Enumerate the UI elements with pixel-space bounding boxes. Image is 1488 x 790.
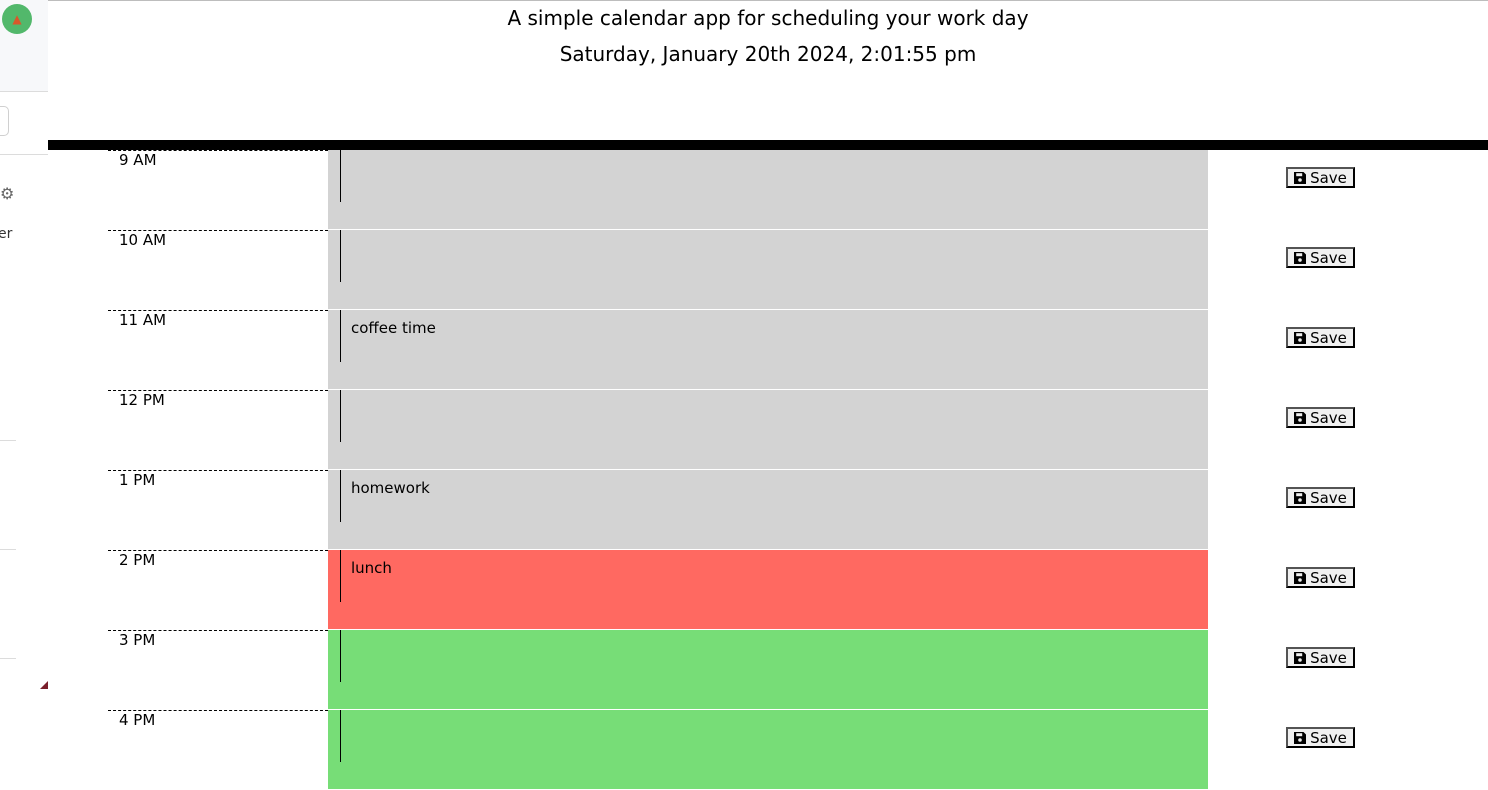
time-block-description: lunch xyxy=(328,550,1208,630)
save-button-label: Save xyxy=(1310,568,1347,587)
save-button-label: Save xyxy=(1310,168,1347,187)
save-button[interactable]: Save xyxy=(1286,727,1355,748)
sidebar-divider xyxy=(0,549,16,550)
time-block-row: 11 AM coffee time Save xyxy=(48,310,1488,390)
description-textarea[interactable] xyxy=(340,230,1206,282)
page-title: A simple calendar app for scheduling you… xyxy=(507,6,1029,30)
sidebar-divider xyxy=(0,154,48,155)
hour-label: 1 PM xyxy=(108,470,328,550)
floppy-disk-icon xyxy=(1294,651,1307,664)
floppy-disk-icon xyxy=(1294,571,1307,584)
time-block-description xyxy=(328,710,1208,790)
time-block-description: homework xyxy=(328,470,1208,550)
time-block-description xyxy=(328,630,1208,710)
save-button[interactable]: Save xyxy=(1286,647,1355,668)
hour-label: 9 AM xyxy=(108,150,328,230)
time-block-row: 10 AM Save xyxy=(48,230,1488,310)
save-button-label: Save xyxy=(1310,488,1347,507)
time-block-row: 12 PM Save xyxy=(48,390,1488,470)
description-textarea[interactable] xyxy=(340,150,1206,202)
floppy-disk-icon xyxy=(1294,411,1307,424)
hour-label: 3 PM xyxy=(108,630,328,710)
save-button-label: Save xyxy=(1310,248,1347,267)
save-button-label: Save xyxy=(1310,648,1347,667)
save-button[interactable]: Save xyxy=(1286,247,1355,268)
gear-icon[interactable]: ⚙ xyxy=(0,185,16,203)
hour-label: 12 PM xyxy=(108,390,328,470)
floppy-disk-icon xyxy=(1294,331,1307,344)
save-button[interactable]: Save xyxy=(1286,167,1355,188)
hour-label: 2 PM xyxy=(108,550,328,630)
calendar-app: A simple calendar app for scheduling you… xyxy=(48,0,1488,790)
description-textarea[interactable]: coffee time xyxy=(340,310,1206,362)
floppy-disk-icon xyxy=(1294,171,1307,184)
hour-label: 10 AM xyxy=(108,230,328,310)
sidebar-divider xyxy=(0,440,16,441)
hour-label: 4 PM xyxy=(108,710,328,790)
time-block-row: 9 AM Save xyxy=(48,150,1488,230)
schedule-list: 9 AM Save 10 AM Save 11 AM coffee time Save 12 … xyxy=(48,150,1488,790)
floppy-disk-icon xyxy=(1294,491,1307,504)
sidebar-search-input[interactable] xyxy=(0,106,9,136)
time-block-description xyxy=(328,390,1208,470)
resize-handle-icon[interactable] xyxy=(40,681,48,689)
sidebar: ▲ ⚙ er xyxy=(0,0,48,756)
save-button[interactable]: Save xyxy=(1286,327,1355,348)
description-textarea[interactable] xyxy=(340,710,1206,762)
time-block-row: 4 PM Save xyxy=(48,710,1488,790)
sidebar-item-label[interactable]: er xyxy=(0,226,12,242)
sidebar-divider xyxy=(0,658,16,659)
fox-icon: ▲ xyxy=(12,12,22,26)
time-block-description xyxy=(328,230,1208,310)
hour-label: 11 AM xyxy=(108,310,328,390)
description-textarea[interactable]: homework xyxy=(340,470,1206,522)
save-button[interactable]: Save xyxy=(1286,407,1355,428)
save-button[interactable]: Save xyxy=(1286,487,1355,508)
description-textarea[interactable]: lunch xyxy=(340,550,1206,602)
time-block-description: coffee time xyxy=(328,310,1208,390)
description-textarea[interactable] xyxy=(340,630,1206,682)
time-block-row: 1 PM homework Save xyxy=(48,470,1488,550)
current-date: Saturday, January 20th 2024, 2:01:55 pm xyxy=(559,42,977,66)
time-block-description xyxy=(328,150,1208,230)
sidebar-header: ▲ xyxy=(0,0,48,92)
page-header: A simple calendar app for scheduling you… xyxy=(48,1,1488,140)
floppy-disk-icon xyxy=(1294,731,1307,744)
time-block-row: 2 PM lunch Save xyxy=(48,550,1488,630)
save-button-label: Save xyxy=(1310,408,1347,427)
save-button-label: Save xyxy=(1310,728,1347,747)
save-button[interactable]: Save xyxy=(1286,567,1355,588)
description-textarea[interactable] xyxy=(340,390,1206,442)
header-divider xyxy=(48,140,1488,150)
floppy-disk-icon xyxy=(1294,251,1307,264)
avatar[interactable]: ▲ xyxy=(2,4,32,34)
time-block-row: 3 PM Save xyxy=(48,630,1488,710)
save-button-label: Save xyxy=(1310,328,1347,347)
